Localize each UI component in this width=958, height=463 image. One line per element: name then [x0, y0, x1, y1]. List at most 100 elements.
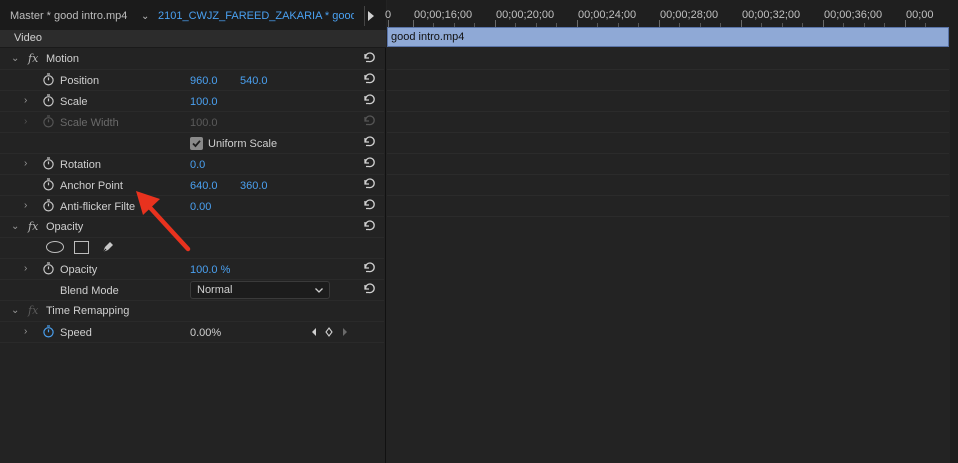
stopwatch-icon[interactable]: [42, 157, 55, 170]
reset-icon[interactable]: [362, 92, 376, 106]
chevron-expanded-icon[interactable]: ⌄: [11, 53, 21, 65]
track-divider: [387, 195, 949, 196]
reset-icon: [364, 115, 375, 126]
chevron-right-icon: ›: [24, 116, 28, 127]
time-remapping-effect-row[interactable]: ⌄ fx Time Remapping: [0, 301, 384, 322]
rotation-row: › Rotation 0.0: [0, 154, 384, 175]
chevron-right-icon[interactable]: ›: [24, 326, 34, 338]
tab-master-clip[interactable]: Master * good intro.mp4: [10, 0, 127, 33]
ruler-tick: [413, 20, 414, 27]
time-remapping-label: Time Remapping: [46, 305, 130, 317]
uniform-scale-checkbox[interactable]: [190, 137, 203, 150]
track-divider: [387, 153, 949, 154]
ellipse-mask-icon[interactable]: [46, 241, 64, 253]
track-divider: [387, 90, 949, 91]
ruler-tick: [577, 20, 578, 27]
anchor-point-label: Anchor Point: [60, 180, 123, 192]
timeline-scroll-edge[interactable]: [950, 0, 958, 463]
anchor-point-y-value[interactable]: 360.0: [240, 180, 268, 192]
speed-value[interactable]: 0.00%: [190, 327, 221, 339]
previous-keyframe-icon[interactable]: [310, 326, 318, 338]
reset-icon[interactable]: [362, 176, 376, 190]
opacity-value[interactable]: 100.0 %: [190, 264, 230, 276]
scale-width-value: 100.0: [190, 117, 218, 129]
ruler-tick: [659, 20, 660, 27]
track-divider: [387, 69, 949, 70]
reset-icon[interactable]: [362, 260, 376, 274]
fx-icon: fx: [28, 304, 39, 317]
uniform-scale-label: Uniform Scale: [208, 138, 278, 150]
stopwatch-icon[interactable]: [42, 262, 55, 275]
stopwatch-icon: [43, 115, 54, 128]
ruler-tick-label: 00;00;20;00: [496, 9, 555, 21]
chevron-expanded-icon[interactable]: ⌄: [11, 221, 21, 233]
chevron-right-icon[interactable]: ›: [24, 263, 34, 275]
video-section-label: Video: [14, 32, 42, 44]
rectangle-mask-icon[interactable]: [74, 241, 89, 254]
timeline-panel: 0 00;00;16;00 00;00;20;00 00;00;24;00 00…: [385, 0, 958, 463]
chevron-right-icon[interactable]: ›: [24, 158, 34, 170]
fx-icon[interactable]: fx: [28, 52, 38, 65]
ruler-tick-label: 00;00;28;00: [660, 9, 719, 21]
next-keyframe-icon[interactable]: [341, 326, 349, 338]
time-ruler[interactable]: 0 00;00;16;00 00;00;20;00 00;00;24;00 00…: [385, 0, 958, 27]
annotation-arrow: [136, 191, 191, 252]
stopwatch-icon[interactable]: [42, 178, 55, 191]
ruler-tick: [388, 20, 389, 27]
track-divider: [387, 132, 949, 133]
chevron-down-icon: [315, 288, 323, 293]
chevron-down-icon[interactable]: ⌄: [141, 0, 149, 33]
checkmark-icon: [192, 140, 201, 148]
ruler-tick-label: 0: [385, 9, 392, 21]
stopwatch-icon[interactable]: [42, 73, 55, 86]
reset-icon[interactable]: [362, 281, 376, 295]
ruler-tick-label: 00;00;16;00: [414, 9, 473, 21]
speed-label: Speed: [60, 327, 92, 339]
motion-effect-row[interactable]: ⌄ fx Motion: [0, 49, 384, 70]
motion-label: Motion: [46, 53, 80, 65]
panel-tab-bar: Master * good intro.mp4 ⌄ 2101_CWJZ_FARE…: [0, 0, 386, 33]
chevron-right-icon[interactable]: ›: [24, 95, 34, 107]
reset-icon[interactable]: [362, 197, 376, 211]
fx-icon[interactable]: fx: [28, 220, 38, 233]
rotation-value[interactable]: 0.0: [190, 159, 205, 171]
chevron-right-icon[interactable]: ›: [24, 200, 34, 212]
rotation-label: Rotation: [60, 159, 101, 171]
chevron-expanded-icon[interactable]: ⌄: [11, 305, 21, 317]
position-x-value[interactable]: 960.0: [190, 75, 218, 87]
scale-label: Scale: [60, 96, 88, 108]
scale-width-row: › Scale Width 100.0: [0, 112, 384, 133]
timeline-clip[interactable]: good intro.mp4: [387, 27, 949, 47]
track-divider: [387, 111, 949, 112]
show-timeline-play-icon[interactable]: [368, 11, 374, 21]
opacity-row: › Opacity 100.0 %: [0, 259, 384, 280]
tab-sequence-clip[interactable]: 2101_CWJZ_FAREED_ZAKARIA * good...: [158, 0, 354, 33]
blend-mode-label: Blend Mode: [60, 285, 119, 297]
stopwatch-icon[interactable]: [42, 199, 55, 212]
scale-width-label: Scale Width: [60, 117, 119, 129]
track-divider: [387, 216, 949, 217]
reset-icon[interactable]: [362, 50, 376, 64]
stopwatch-icon[interactable]: [42, 94, 55, 107]
reset-icon[interactable]: [362, 218, 376, 232]
position-label: Position: [60, 75, 100, 87]
reset-icon[interactable]: [362, 155, 376, 169]
video-section-header: Video: [0, 30, 386, 48]
reset-icon[interactable]: [362, 134, 376, 148]
add-keyframe-icon[interactable]: [325, 326, 333, 338]
opacity-label: Opacity: [60, 264, 98, 276]
ruler-tick-label: 00;00: [906, 9, 934, 21]
blend-mode-row: Blend Mode Normal: [0, 280, 384, 301]
scale-value[interactable]: 100.0: [190, 96, 218, 108]
stopwatch-active-icon[interactable]: [42, 325, 55, 338]
tab-divider: [364, 6, 365, 26]
ruler-tick-label: 00;00;36;00: [824, 9, 883, 21]
ruler-tick-label: 00;00;24;00: [578, 9, 637, 21]
pen-mask-icon[interactable]: [100, 239, 116, 255]
blend-mode-select[interactable]: Normal: [190, 281, 330, 299]
ruler-tick: [495, 20, 496, 27]
reset-icon[interactable]: [362, 71, 376, 85]
opacity-group-label: Opacity: [46, 221, 84, 233]
position-y-value[interactable]: 540.0: [240, 75, 268, 87]
uniform-scale-row: Uniform Scale: [0, 133, 384, 154]
